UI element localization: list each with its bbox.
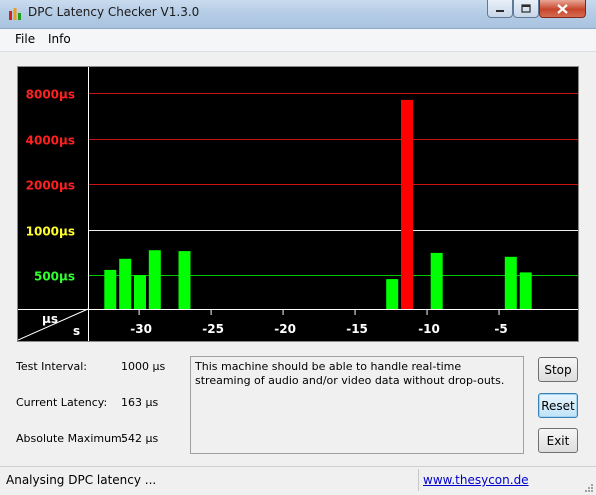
close-button[interactable] [539, 0, 586, 18]
exit-button[interactable]: Exit [538, 428, 578, 453]
status-text: Analysing DPC latency ... [6, 473, 157, 487]
latency-bar [386, 279, 399, 309]
x-tick-label: -20 [274, 322, 296, 336]
latency-bar [148, 250, 161, 309]
y-tick-label: 2000µs [26, 179, 75, 193]
reset-button[interactable]: Reset [538, 393, 578, 418]
close-icon [557, 3, 568, 14]
result-message: This machine should be able to handle re… [190, 356, 524, 454]
x-tick-label: -5 [494, 322, 507, 336]
latency-bar [134, 275, 146, 309]
absolute-maximum-value: 542 µs [121, 432, 159, 445]
y-unit-label: µs [42, 312, 58, 326]
latency-bar [401, 99, 413, 310]
menu-info[interactable]: Info [48, 32, 71, 46]
test-interval-value: 1000 µs [121, 360, 166, 373]
y-tick-label: 4000µs [26, 134, 75, 148]
x-tick-label: -10 [418, 322, 440, 336]
current-latency-value: 163 µs [121, 396, 159, 409]
latency-bar [178, 251, 191, 309]
y-tick-label: 1000µs [26, 225, 75, 239]
minimize-button[interactable] [487, 0, 513, 18]
app-bar-chart-icon [9, 8, 21, 20]
latency-bar [504, 256, 517, 309]
maximize-button[interactable] [513, 0, 539, 18]
x-tick-label: -15 [346, 322, 368, 336]
x-unit-label: s [73, 324, 80, 338]
app-window: DPC Latency Checker V1.3.0 File Info 160… [0, 0, 596, 495]
latency-bar [104, 269, 117, 309]
latency-chart: 16000µs8000µs4000µs2000µs1000µs500µsµss-… [17, 66, 579, 342]
absolute-maximum-label: Absolute Maximum: [16, 432, 126, 445]
latency-bar [430, 252, 443, 309]
stop-button[interactable]: Stop [538, 357, 578, 382]
title-bar[interactable]: DPC Latency Checker V1.3.0 [0, 0, 596, 29]
window-title: DPC Latency Checker V1.3.0 [28, 5, 200, 19]
status-bar: Analysing DPC latency ... www.thesycon.d… [0, 466, 596, 495]
latency-bar [519, 272, 532, 309]
y-tick-label: 8000µs [26, 88, 75, 102]
minimize-icon [496, 9, 504, 12]
y-tick-label: 500µs [34, 270, 75, 284]
latency-chart-svg: 16000µs8000µs4000µs2000µs1000µs500µsµss-… [18, 67, 578, 341]
current-latency-label: Current Latency: [16, 396, 108, 409]
status-separator [418, 469, 419, 491]
menu-file[interactable]: File [15, 32, 35, 46]
maximize-icon [521, 4, 531, 13]
thesycon-link[interactable]: www.thesycon.de [423, 473, 529, 487]
latency-bar [119, 258, 132, 309]
test-interval-label: Test Interval: [16, 360, 87, 373]
x-tick-label: -30 [130, 322, 152, 336]
resize-grip-icon[interactable] [584, 483, 594, 493]
x-tick-label: -25 [202, 322, 224, 336]
menu-bar: File Info [0, 29, 596, 52]
